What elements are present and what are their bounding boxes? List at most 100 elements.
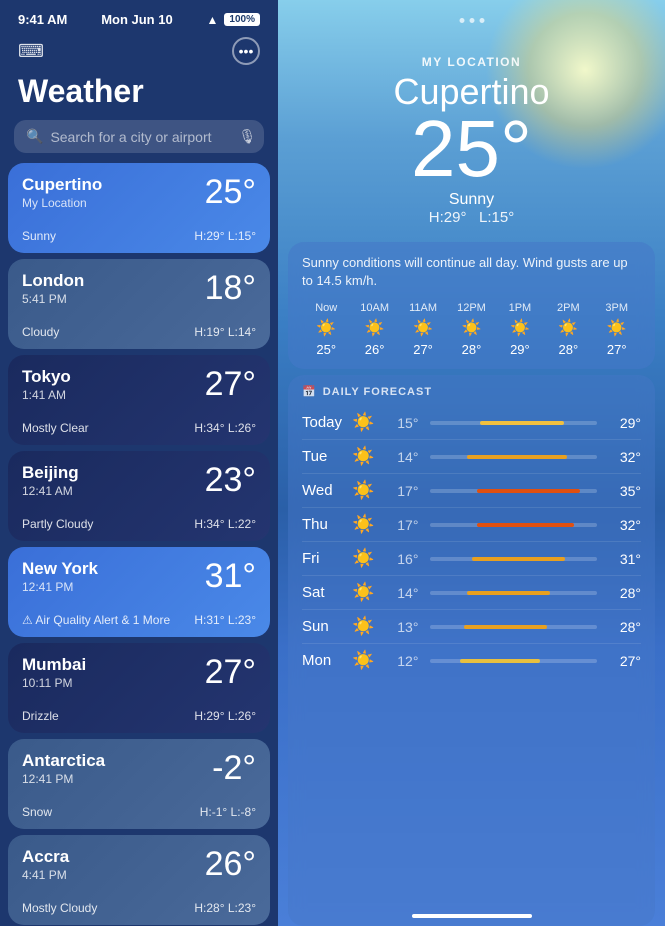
day-low: 17° bbox=[382, 517, 418, 533]
status-bar: 9:41 AM Mon Jun 10 ▲ 100% bbox=[0, 0, 278, 33]
search-icon: 🔍 bbox=[26, 128, 43, 145]
sidebar-toggle-icon[interactable]: ⌨ bbox=[18, 41, 44, 62]
day-bar-wrap bbox=[430, 625, 597, 629]
search-bar[interactable]: 🔍 🎙 bbox=[14, 120, 264, 153]
city-condition: Mostly Cloudy bbox=[22, 901, 97, 915]
day-icon: ☀️ bbox=[352, 514, 374, 535]
day-name: Fri bbox=[302, 550, 344, 567]
day-icon: ☀️ bbox=[352, 582, 374, 603]
city-card-bottom: Mostly Cloudy H:28° L:23° bbox=[22, 901, 256, 915]
day-icon: ☀️ bbox=[352, 412, 374, 433]
city-card-accra[interactable]: Accra 4:41 PM 26° Mostly Cloudy H:28° L:… bbox=[8, 835, 270, 925]
day-bar-wrap bbox=[430, 455, 597, 459]
hour-item-11am: 11AM ☀️ 27° bbox=[399, 302, 447, 357]
city-card-top: Tokyo 1:41 AM 27° bbox=[22, 367, 256, 402]
day-name: Mon bbox=[302, 652, 344, 669]
city-card-london[interactable]: London 5:41 PM 18° Cloudy H:19° L:14° bbox=[8, 259, 270, 349]
search-input[interactable] bbox=[50, 129, 231, 145]
hour-item-1pm: 1PM ☀️ 29° bbox=[496, 302, 544, 357]
day-icon: ☀️ bbox=[352, 616, 374, 637]
day-bar bbox=[477, 523, 574, 527]
city-condition: Cloudy bbox=[22, 325, 59, 339]
city-temp: -2° bbox=[212, 751, 256, 785]
city-temp: 27° bbox=[205, 367, 256, 401]
home-indicator bbox=[412, 914, 532, 918]
top-dots bbox=[459, 18, 484, 23]
city-name: Accra bbox=[22, 847, 69, 867]
day-bar bbox=[480, 421, 563, 425]
app-title: Weather bbox=[0, 73, 278, 120]
city-name: Tokyo bbox=[22, 367, 71, 387]
hour-icon: ☀️ bbox=[413, 318, 433, 338]
day-high: 32° bbox=[609, 517, 641, 533]
mic-icon[interactable]: 🎙 bbox=[238, 128, 256, 145]
city-time: 12:41 PM bbox=[22, 772, 105, 786]
city-name: Mumbai bbox=[22, 655, 86, 675]
day-bar-wrap bbox=[430, 523, 597, 527]
city-temp: 26° bbox=[205, 847, 256, 881]
more-button[interactable]: ••• bbox=[232, 37, 260, 65]
day-icon: ☀️ bbox=[352, 480, 374, 501]
day-low: 15° bbox=[382, 415, 418, 431]
wifi-icon: ▲ bbox=[207, 13, 219, 27]
day-high: 28° bbox=[609, 585, 641, 601]
status-time: 9:41 AM bbox=[18, 12, 67, 27]
day-bar-wrap bbox=[430, 591, 597, 595]
daily-row-mon: Mon ☀️ 12° 27° bbox=[302, 644, 641, 677]
city-card-bottom: Snow H:-1° L:-8° bbox=[22, 805, 256, 819]
hourly-forecast-card: Sunny conditions will continue all day. … bbox=[288, 242, 655, 369]
daily-row-wed: Wed ☀️ 17° 35° bbox=[302, 474, 641, 508]
main-temperature: 25° bbox=[278, 109, 665, 189]
calendar-icon: 📅 bbox=[302, 385, 317, 398]
city-card-bottom: Drizzle H:29° L:26° bbox=[22, 709, 256, 723]
city-card-top: Beijing 12:41 AM 23° bbox=[22, 463, 256, 498]
main-weather-display: MY LOCATION Cupertino 25° Sunny H:29° L:… bbox=[278, 0, 665, 226]
day-name: Thu bbox=[302, 516, 344, 533]
hour-icon: ☀️ bbox=[462, 318, 482, 338]
main-high-low: H:29° L:15° bbox=[278, 209, 665, 226]
city-time: 4:41 PM bbox=[22, 868, 69, 882]
main-low: L:15° bbox=[479, 209, 514, 226]
city-card-top: Antarctica 12:41 PM -2° bbox=[22, 751, 256, 786]
hour-temp: 28° bbox=[462, 342, 482, 357]
city-card-antarctica[interactable]: Antarctica 12:41 PM -2° Snow H:-1° L:-8° bbox=[8, 739, 270, 829]
hour-icon: ☀️ bbox=[558, 318, 578, 338]
hour-label: 11AM bbox=[409, 302, 437, 314]
day-bar bbox=[464, 625, 547, 629]
city-time: 5:41 PM bbox=[22, 292, 84, 306]
city-condition: Partly Cloudy bbox=[22, 517, 93, 531]
day-low: 14° bbox=[382, 449, 418, 465]
hour-label: 10AM bbox=[360, 302, 389, 314]
city-card-bottom: ⚠ Air Quality Alert & 1 More H:31° L:23° bbox=[22, 613, 256, 627]
city-list: Cupertino My Location 25° Sunny H:29° L:… bbox=[0, 163, 278, 926]
hour-temp: 25° bbox=[316, 342, 336, 357]
city-card-cupertino[interactable]: Cupertino My Location 25° Sunny H:29° L:… bbox=[8, 163, 270, 253]
hour-label: 12PM bbox=[457, 302, 486, 314]
daily-row-sun: Sun ☀️ 13° 28° bbox=[302, 610, 641, 644]
city-condition: ⚠ Air Quality Alert & 1 More bbox=[22, 613, 170, 627]
day-name: Sat bbox=[302, 584, 344, 601]
day-bar-wrap bbox=[430, 557, 597, 561]
day-bar-wrap bbox=[430, 659, 597, 663]
city-card-mumbai[interactable]: Mumbai 10:11 PM 27° Drizzle H:29° L:26° bbox=[8, 643, 270, 733]
city-condition: Mostly Clear bbox=[22, 421, 89, 435]
city-card-tokyo[interactable]: Tokyo 1:41 AM 27° Mostly Clear H:34° L:2… bbox=[8, 355, 270, 445]
city-card-beijing[interactable]: Beijing 12:41 AM 23° Partly Cloudy H:34°… bbox=[8, 451, 270, 541]
city-name: Cupertino bbox=[22, 175, 102, 195]
day-bar bbox=[467, 591, 550, 595]
day-low: 17° bbox=[382, 483, 418, 499]
city-hl: H:28° L:23° bbox=[194, 901, 256, 915]
right-panel: MY LOCATION Cupertino 25° Sunny H:29° L:… bbox=[278, 0, 665, 926]
day-bar bbox=[460, 659, 540, 663]
city-time: 12:41 AM bbox=[22, 484, 79, 498]
day-low: 13° bbox=[382, 619, 418, 635]
hour-temp: 29° bbox=[510, 342, 530, 357]
day-name: Today bbox=[302, 414, 344, 431]
city-name: New York bbox=[22, 559, 98, 579]
hour-label: 1PM bbox=[509, 302, 532, 314]
city-name: Antarctica bbox=[22, 751, 105, 771]
city-hl: H:29° L:26° bbox=[194, 709, 256, 723]
city-card-newyork[interactable]: New York 12:41 PM 31° ⚠ Air Quality Aler… bbox=[8, 547, 270, 637]
hour-temp: 27° bbox=[413, 342, 433, 357]
city-condition: Sunny bbox=[22, 229, 56, 243]
